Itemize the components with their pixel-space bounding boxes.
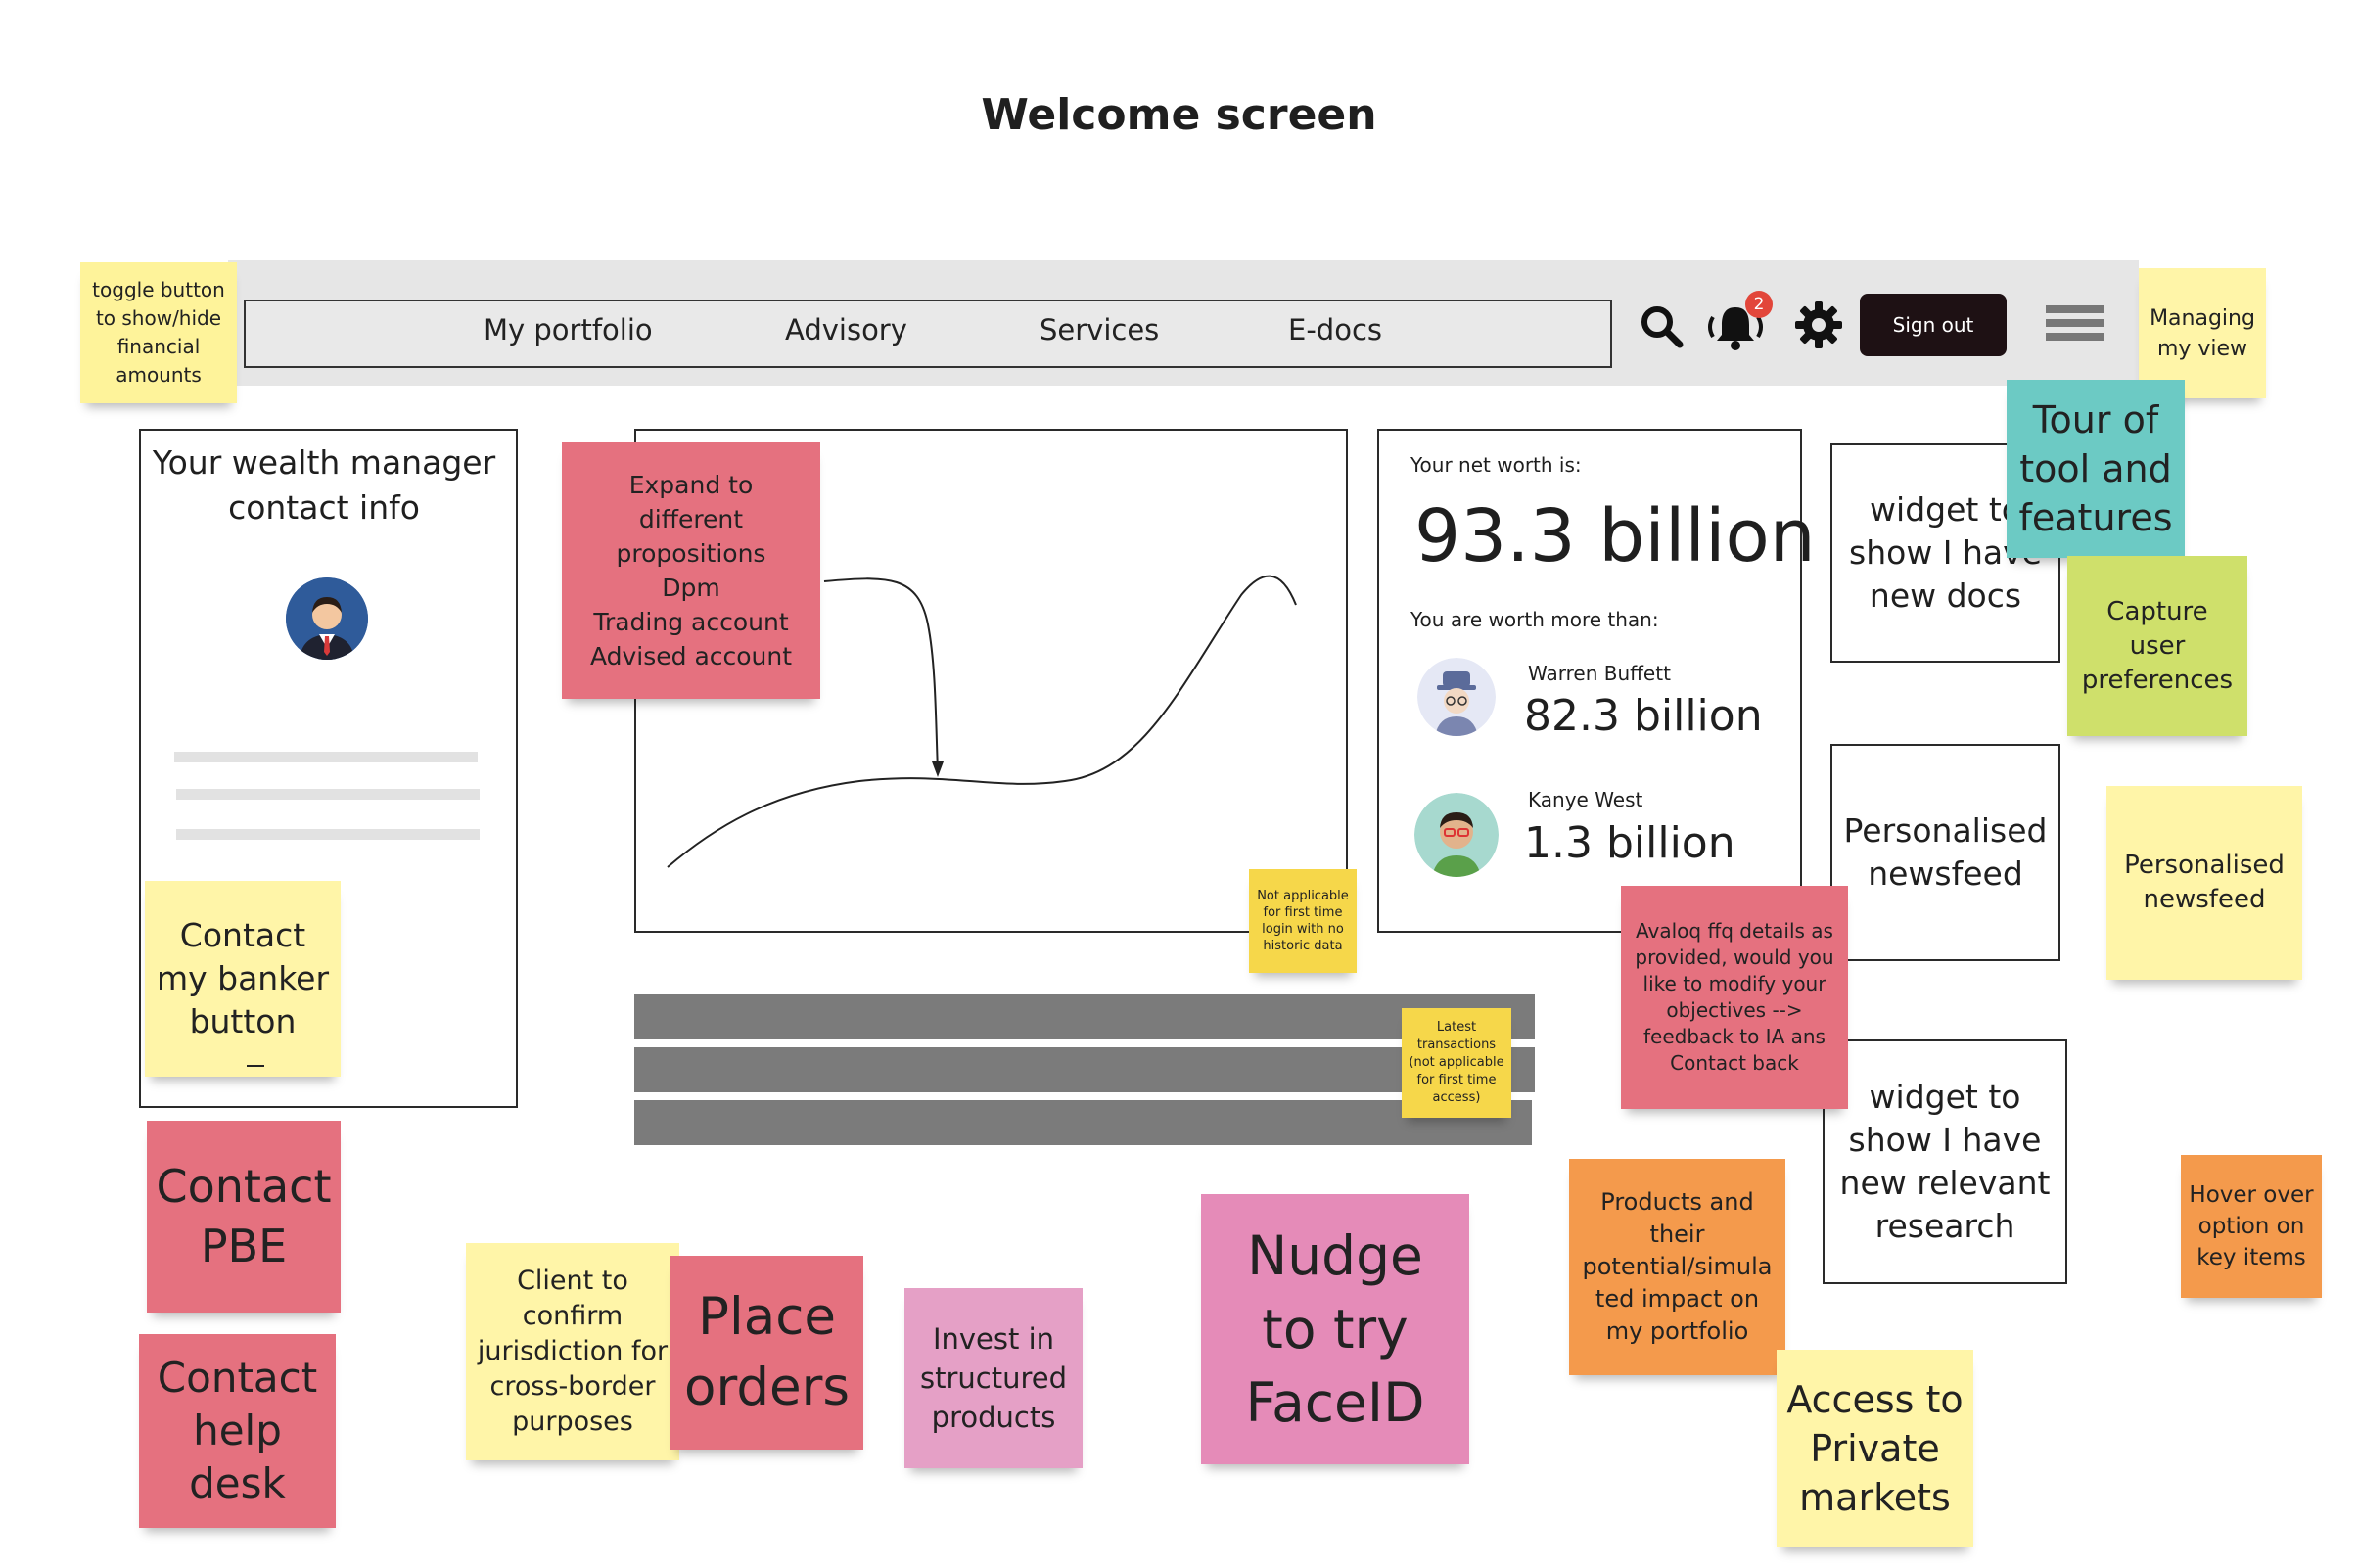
warren-buffett-avatar — [1417, 658, 1496, 736]
net-worth-value: 93.3 billion — [1414, 494, 1816, 578]
placeholder-line — [176, 789, 480, 800]
compare-label: You are worth more than: — [1410, 608, 1659, 631]
nav-item-services[interactable]: Services — [1040, 313, 1159, 346]
sticky-avaloq-ffq: Avaloq ffq details as provided, would yo… — [1621, 886, 1848, 1109]
transaction-row — [634, 1047, 1535, 1092]
transaction-row — [634, 1100, 1532, 1145]
nav-item-my-portfolio[interactable]: My portfolio — [484, 313, 653, 346]
sticky-personalised-newsfeed: Personalised newsfeed — [2106, 786, 2302, 980]
kanye-west-avatar — [1414, 793, 1499, 877]
nav-item-advisory[interactable]: Advisory — [785, 313, 907, 346]
sticky-invest-structured: Invest in structured products — [904, 1288, 1083, 1468]
newsfeed-widget: Personalised newsfeed — [1830, 744, 2060, 961]
main-menu — [244, 300, 1612, 368]
search-icon[interactable] — [1637, 301, 1686, 350]
sticky-latest-transactions: Latest transactions (not applicable for … — [1402, 1008, 1511, 1118]
sticky-nudge-faceid: Nudge to try FaceID — [1201, 1194, 1469, 1464]
sign-out-button[interactable]: Sign out — [1860, 294, 2007, 356]
person-name: Kanye West — [1528, 788, 1643, 811]
placeholder-line — [174, 752, 478, 762]
arrow-marker — [247, 1065, 264, 1067]
sticky-expand-propositions: Expand to different propositions Dpm Tra… — [562, 442, 820, 699]
sticky-contact-pbe: Contact PBE — [147, 1121, 341, 1313]
wealth-manager-avatar — [286, 577, 368, 660]
notification-badge: 2 — [1745, 291, 1773, 318]
research-widget-text: widget to show I have new relevant resea… — [1839, 1078, 2051, 1245]
net-worth-label: Your net worth is: — [1410, 453, 1582, 477]
newsfeed-widget-text: Personalised newsfeed — [1843, 811, 2048, 893]
person-net-worth: 1.3 billion — [1524, 818, 1735, 868]
person-name: Warren Buffett — [1528, 662, 1671, 685]
sticky-toggle-amounts: toggle button to show/hide financial amo… — [80, 262, 237, 403]
gear-icon[interactable] — [1793, 300, 1844, 350]
research-widget: widget to show I have new relevant resea… — [1823, 1039, 2067, 1284]
sticky-contact-help-desk: Contact help desk — [139, 1334, 336, 1528]
wealth-manager-title: Your wealth manager contact info — [152, 443, 496, 527]
person-net-worth: 82.3 billion — [1524, 691, 1763, 741]
sticky-products-impact: Products and their potential/simula ted … — [1569, 1159, 1785, 1375]
sticky-place-orders: Place orders — [670, 1256, 863, 1450]
transaction-row — [634, 994, 1535, 1039]
sticky-tour-of-tool: Tour of tool and features — [2007, 380, 2185, 558]
page-title: Welcome screen — [981, 90, 1377, 140]
sticky-contact-banker: Contact my banker button — [145, 881, 341, 1077]
nav-item-e-docs[interactable]: E-docs — [1288, 313, 1382, 346]
sticky-capture-preferences: Capture user preferences — [2067, 556, 2247, 736]
sticky-hover-over: Hover over option on key items — [2181, 1155, 2322, 1298]
sticky-private-markets: Access to Private markets — [1777, 1350, 1973, 1547]
sticky-not-applicable: Not applicable for first time login with… — [1249, 869, 1357, 973]
placeholder-line — [176, 829, 480, 840]
hamburger-menu-icon[interactable] — [2046, 305, 2104, 341]
sticky-jurisdiction: Client to confirm jurisdiction for cross… — [466, 1243, 679, 1460]
